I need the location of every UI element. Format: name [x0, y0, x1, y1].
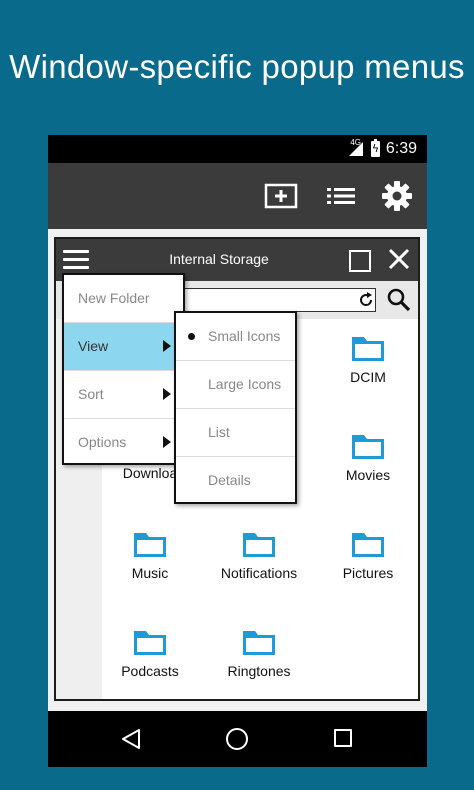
popup-menu: New Folder View Sort Options: [62, 273, 185, 465]
folder-dcim[interactable]: DCIM: [314, 333, 422, 403]
folder-label: Ringtones: [227, 663, 291, 679]
folder-icon: [352, 435, 384, 459]
menu-item-new-folder[interactable]: New Folder: [64, 275, 183, 323]
folder-pictures[interactable]: Pictures: [314, 529, 422, 599]
folder-label: Movies: [345, 467, 391, 483]
back-icon[interactable]: [120, 727, 142, 751]
folder-music[interactable]: Music: [96, 529, 204, 599]
folder-icon: [134, 533, 166, 557]
folder-podcasts[interactable]: Podcasts: [96, 627, 204, 697]
battery-icon: ϟ: [371, 139, 380, 157]
folder-label: DCIM: [350, 369, 386, 385]
search-input[interactable]: [180, 288, 376, 312]
clock: 6:39: [385, 140, 417, 157]
submenu-item-label: Large Icons: [208, 376, 282, 392]
folder-icon: [243, 631, 275, 655]
menu-item-view[interactable]: View: [64, 323, 183, 371]
recent-apps-icon[interactable]: [334, 729, 352, 747]
headline: Window-specific popup menus: [9, 48, 465, 85]
menu-item-options[interactable]: Options: [64, 419, 183, 466]
folder-icon: [352, 337, 384, 361]
nav-bar: [48, 711, 427, 767]
folder-label: Notifications: [220, 565, 298, 581]
settings-icon[interactable]: [380, 180, 414, 212]
menu-item-label: New Folder: [78, 290, 150, 306]
refresh-icon[interactable]: [356, 290, 376, 310]
app-toolbar: [48, 163, 427, 229]
folder-notifications[interactable]: Notifications: [205, 529, 313, 599]
window-title: Internal Storage: [169, 251, 269, 267]
home-icon[interactable]: [226, 728, 248, 750]
folder-movies[interactable]: Movies: [314, 431, 422, 501]
submenu-item-list[interactable]: List: [176, 409, 295, 457]
menu-item-label: Sort: [78, 386, 104, 402]
maximize-icon[interactable]: [349, 250, 371, 272]
selected-dot-icon: [188, 333, 195, 340]
folder-icon: [352, 533, 384, 557]
folder-ringtones[interactable]: Ringtones: [205, 627, 313, 697]
signal-icon: [349, 142, 363, 156]
submenu-item-label: Small Icons: [208, 328, 281, 344]
folder-label: Podcasts: [121, 663, 179, 679]
menu-item-label: View: [78, 338, 109, 354]
submenu-item-label: List: [208, 424, 230, 440]
menu-item-sort[interactable]: Sort: [64, 371, 183, 419]
submenu-item-details[interactable]: Details: [176, 457, 295, 504]
list-icon[interactable]: [324, 180, 358, 212]
status-bar: 4G ϟ 6:39: [48, 135, 427, 163]
folder-icon: [134, 631, 166, 655]
submenu-item-label: Details: [208, 472, 251, 488]
submenu-item-large-icons[interactable]: Large Icons: [176, 361, 295, 409]
folder-label: Music: [131, 565, 169, 581]
close-icon[interactable]: [387, 247, 411, 271]
folder-icon: [243, 533, 275, 557]
submenu-arrow-icon: [163, 436, 171, 448]
submenu-arrow-icon: [163, 388, 171, 400]
submenu-arrow-icon: [163, 340, 171, 352]
add-window-icon[interactable]: [264, 180, 298, 212]
view-submenu: Small Icons Large Icons List Details: [174, 311, 297, 504]
menu-item-label: Options: [78, 434, 127, 450]
folder-label: Pictures: [342, 565, 394, 581]
submenu-item-small-icons[interactable]: Small Icons: [176, 313, 295, 361]
search-icon[interactable]: [386, 287, 412, 313]
